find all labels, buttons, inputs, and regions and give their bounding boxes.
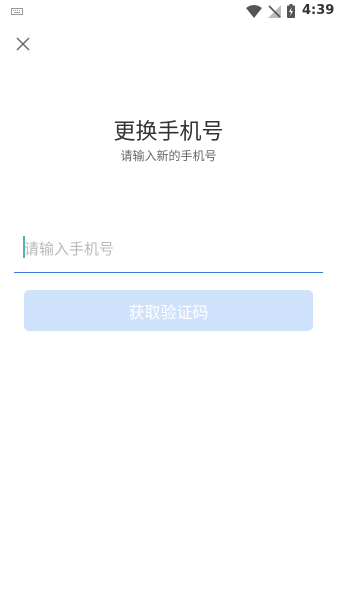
close-button[interactable] xyxy=(14,35,32,53)
page-subtitle: 请输入新的手机号 xyxy=(120,149,217,163)
status-time: 4:39 xyxy=(302,3,335,18)
page-title: 更换手机号 xyxy=(113,120,224,145)
phone-field[interactable] xyxy=(14,228,323,273)
phone-input[interactable] xyxy=(22,232,316,266)
text-caret xyxy=(23,236,25,258)
battery-charging-icon xyxy=(287,4,295,18)
status-bar: 4:39 xyxy=(0,0,337,24)
keyboard-icon xyxy=(11,8,23,15)
wifi-icon xyxy=(246,5,262,18)
no-signal-icon xyxy=(268,5,281,18)
get-code-button[interactable]: 获取验证码 xyxy=(24,290,313,331)
close-icon xyxy=(16,37,30,51)
